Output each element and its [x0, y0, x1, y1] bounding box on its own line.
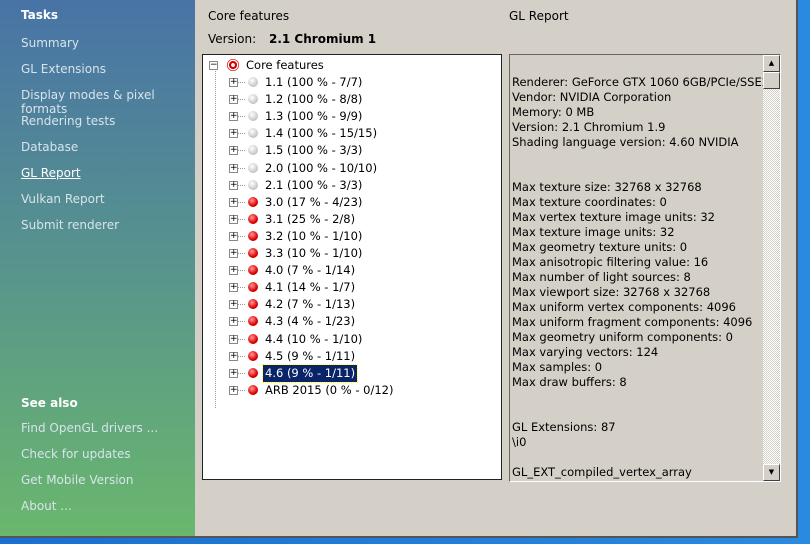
tree-item-label[interactable]: 4.4 (10 % - 1/10) — [263, 331, 364, 348]
status-red-icon — [248, 350, 258, 361]
see-also-link[interactable]: Find OpenGL drivers ... — [21, 421, 158, 435]
sidebar-item[interactable]: GL Extensions — [21, 62, 106, 76]
see-also-link[interactable]: About ... — [21, 499, 72, 513]
status-red-icon — [248, 230, 258, 241]
expand-icon[interactable]: + — [229, 197, 238, 207]
see-also-heading: See also — [21, 396, 78, 410]
report-text: Renderer: GeForce GTX 1060 6GB/PCIe/SSE2… — [512, 75, 770, 479]
tree-item-label[interactable]: 4.1 (14 % - 1/7) — [263, 279, 357, 296]
status-red-icon — [248, 265, 258, 276]
status-red-icon — [248, 248, 258, 258]
expand-icon[interactable]: + — [229, 112, 238, 122]
sidebar-item[interactable]: Submit renderer — [21, 218, 119, 232]
status-red-icon — [248, 213, 258, 224]
app-window: Tasks Summary GL Extensions Display modes … — [0, 0, 798, 538]
tree-item-label[interactable]: 3.2 (10 % - 1/10) — [263, 228, 364, 245]
expand-icon[interactable]: + — [229, 266, 238, 276]
tree-item-label[interactable]: 3.3 (10 % - 1/10) — [263, 245, 364, 262]
expand-icon[interactable]: + — [229, 283, 238, 293]
status-red-icon — [248, 384, 258, 395]
tasks-heading: Tasks — [21, 8, 59, 22]
expand-icon[interactable]: + — [229, 214, 238, 224]
gl-report-label: GL Report — [509, 9, 569, 23]
expand-icon[interactable]: + — [229, 300, 238, 310]
status-gray-icon — [248, 111, 258, 122]
status-gray-icon — [248, 94, 258, 105]
scroll-thumb[interactable] — [763, 72, 780, 89]
version-label: Version: — [208, 32, 257, 46]
expand-icon[interactable]: + — [229, 163, 238, 173]
tree-item-label[interactable]: 1.2 (100 % - 8/8) — [263, 91, 364, 108]
expand-icon[interactable]: + — [229, 317, 238, 327]
tree-item-label[interactable]: 3.0 (17 % - 4/23) — [263, 194, 364, 211]
tree-item-label[interactable]: 4.5 (9 % - 1/11) — [263, 348, 357, 365]
scrollbar[interactable]: ▲ ▼ — [763, 55, 780, 481]
see-also-link[interactable]: Check for updates — [21, 447, 131, 461]
sidebar-item[interactable]: Summary — [21, 36, 79, 50]
tree-item-label[interactable]: 4.6 (9 % - 1/11) — [261, 363, 359, 383]
expand-icon[interactable]: + — [229, 231, 238, 241]
tree-item-label[interactable]: 1.5 (100 % - 3/3) — [263, 142, 364, 159]
status-gray-icon — [248, 162, 258, 173]
status-red-icon — [248, 196, 258, 207]
expand-icon[interactable]: + — [229, 385, 238, 395]
tree-item-label[interactable]: 1.3 (100 % - 9/9) — [263, 108, 364, 125]
status-red-icon — [248, 316, 258, 327]
sidebar-item[interactable]: Vulkan Report — [21, 192, 105, 206]
tree-root-label[interactable]: Core features — [244, 57, 326, 74]
sidebar-item[interactable]: GL Report — [21, 166, 81, 180]
tree-item-label[interactable]: 4.0 (7 % - 1/14) — [263, 262, 357, 279]
status-red-icon — [248, 367, 258, 378]
scroll-down-icon[interactable]: ▼ — [763, 464, 780, 481]
core-features-tree[interactable]: − Core features +1.1 (100 % - 7/7) +1.2 (… — [202, 54, 502, 480]
tree-item-label[interactable]: 1.4 (100 % - 15/15) — [263, 125, 379, 142]
tree-item-label[interactable]: 1.1 (100 % - 7/7) — [263, 74, 364, 91]
expand-icon[interactable]: + — [229, 180, 238, 190]
expand-icon[interactable]: + — [229, 95, 238, 105]
expand-icon[interactable]: + — [229, 146, 238, 156]
expand-icon[interactable]: + — [229, 351, 238, 361]
status-gray-icon — [248, 128, 258, 139]
see-also-link[interactable]: Get Mobile Version — [21, 473, 134, 487]
tree-item-label[interactable]: ARB 2015 (0 % - 0/12) — [263, 382, 395, 399]
gl-report-textbox[interactable]: Renderer: GeForce GTX 1060 6GB/PCIe/SSE2… — [509, 54, 781, 482]
collapse-icon[interactable]: − — [209, 61, 218, 70]
tree-item-label[interactable]: 2.1 (100 % - 3/3) — [263, 177, 364, 194]
tree-item-label[interactable]: 3.1 (25 % - 2/8) — [263, 211, 357, 228]
status-red-icon — [248, 333, 258, 344]
version-value: 2.1 Chromium 1 — [269, 32, 377, 46]
tree-item-label[interactable]: 2.0 (100 % - 10/10) — [263, 160, 379, 177]
sidebar: Tasks Summary GL Extensions Display modes … — [0, 0, 195, 536]
core-features-label: Core features — [208, 9, 290, 23]
expand-icon[interactable]: + — [229, 129, 238, 139]
expand-icon[interactable]: + — [229, 368, 238, 378]
expand-icon[interactable]: + — [229, 334, 238, 344]
expand-icon[interactable]: + — [229, 78, 238, 87]
status-gray-icon — [248, 77, 258, 87]
sidebar-item[interactable]: Display modes & pixel formats — [21, 88, 195, 116]
status-red-icon — [248, 299, 258, 310]
sidebar-item[interactable]: Rendering tests — [21, 114, 115, 128]
status-red-icon — [248, 282, 258, 293]
sidebar-item[interactable]: Database — [21, 140, 78, 154]
expand-icon[interactable]: + — [229, 249, 238, 258]
status-gray-icon — [248, 179, 258, 190]
tree-item-label[interactable]: 4.3 (4 % - 1/23) — [263, 313, 357, 330]
scroll-up-icon[interactable]: ▲ — [763, 55, 780, 72]
tree-item-label[interactable]: 4.2 (7 % - 1/13) — [263, 296, 357, 313]
status-gray-icon — [248, 145, 258, 156]
tree-line — [215, 68, 216, 408]
target-icon — [227, 59, 239, 71]
